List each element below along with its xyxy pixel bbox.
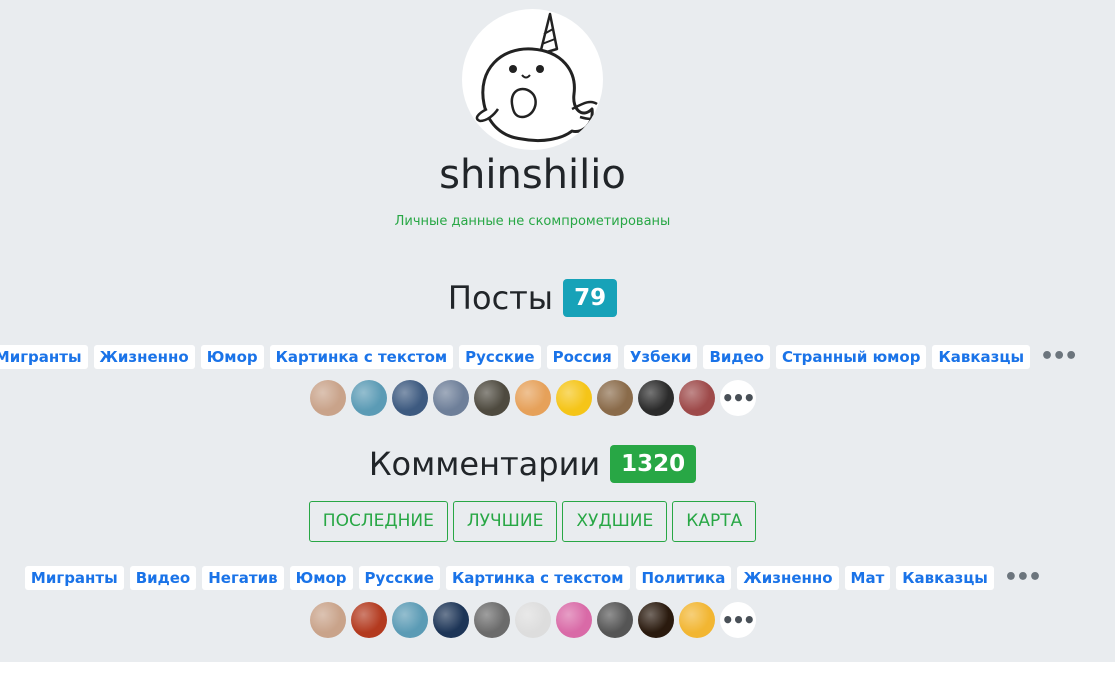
posts-tag[interactable]: Странный юмор	[775, 345, 927, 369]
posts-community-list: •••	[0, 380, 1065, 416]
comments-tag[interactable]: Жизненно	[737, 566, 839, 590]
posts-tag[interactable]: Картинка с текстом	[269, 345, 454, 369]
community-avatar[interactable]	[514, 380, 551, 416]
posts-count-badge[interactable]: 79	[563, 279, 618, 317]
posts-communities-more-icon[interactable]: •••	[719, 380, 756, 416]
comments-tag[interactable]: Негатив	[202, 566, 284, 590]
comments-tag[interactable]: Кавказцы	[896, 566, 994, 590]
narwhal-icon	[475, 12, 601, 143]
posts-tag[interactable]: Узбеки	[623, 345, 698, 369]
community-avatar[interactable]	[555, 602, 592, 638]
community-avatar[interactable]	[473, 602, 510, 638]
community-avatar[interactable]	[678, 380, 715, 416]
community-avatar[interactable]	[678, 602, 715, 638]
filter-map-button[interactable]: КАРТА	[672, 501, 757, 542]
filter-worst-button[interactable]: ХУДШИЕ	[562, 501, 668, 542]
posts-tag-list: Мигранты Жизненно Юмор Картинка с тексто…	[0, 345, 1078, 369]
comments-communities-more-icon[interactable]: •••	[719, 602, 756, 638]
community-avatar[interactable]	[473, 380, 510, 416]
community-avatar[interactable]	[309, 380, 346, 416]
profile-avatar	[462, 9, 603, 150]
posts-tag[interactable]: Видео	[703, 345, 770, 369]
username: shinshilio	[439, 152, 626, 198]
community-avatar[interactable]	[596, 380, 633, 416]
community-avatar[interactable]	[637, 380, 674, 416]
comments-tags-more-icon[interactable]: •••	[1004, 567, 1042, 589]
privacy-status: Личные данные не скомпрометированы	[394, 214, 671, 229]
comments-tag[interactable]: Русские	[358, 566, 440, 590]
posts-tag[interactable]: Мигранты	[0, 345, 88, 369]
community-avatar[interactable]	[350, 380, 387, 416]
filter-latest-button[interactable]: ПОСЛЕДНИЕ	[308, 501, 448, 542]
comments-tag[interactable]: Политика	[635, 566, 732, 590]
community-avatar[interactable]	[391, 602, 428, 638]
page-footer-strip	[0, 662, 1115, 679]
comments-count-badge[interactable]: 1320	[610, 445, 697, 483]
comments-tag[interactable]: Картинка с текстом	[445, 566, 630, 590]
profile-page: shinshilio Личные данные не скомпрометир…	[0, 0, 1115, 662]
community-avatar[interactable]	[432, 602, 469, 638]
community-avatar[interactable]	[391, 380, 428, 416]
community-avatar[interactable]	[596, 602, 633, 638]
community-avatar[interactable]	[432, 380, 469, 416]
posts-tag[interactable]: Россия	[546, 345, 618, 369]
posts-tag[interactable]: Русские	[459, 345, 541, 369]
comments-tag[interactable]: Видео	[129, 566, 197, 590]
comments-heading: Комментарии 1320	[0, 445, 1065, 483]
posts-tag[interactable]: Кавказцы	[932, 345, 1031, 369]
community-avatar[interactable]	[309, 602, 346, 638]
comments-tag-list: Мигранты Видео Негатив Юмор Русские Карт…	[0, 566, 1065, 590]
comments-title: Комментарии	[368, 445, 601, 483]
comments-tag[interactable]: Мигранты	[24, 566, 124, 590]
comments-community-list: •••	[0, 602, 1065, 638]
posts-heading: Посты 79	[0, 279, 1065, 317]
community-avatar[interactable]	[555, 380, 592, 416]
comments-filter-group: ПОСЛЕДНИЕ ЛУЧШИЕ ХУДШИЕ КАРТА	[0, 501, 1065, 542]
posts-tag[interactable]: Жизненно	[93, 345, 195, 369]
posts-title: Посты	[447, 279, 554, 317]
community-avatar[interactable]	[350, 602, 387, 638]
community-avatar[interactable]	[514, 602, 551, 638]
filter-best-button[interactable]: ЛУЧШИЕ	[452, 501, 558, 542]
posts-tag[interactable]: Юмор	[200, 345, 264, 369]
community-avatar[interactable]	[637, 602, 674, 638]
posts-tags-more-icon[interactable]: •••	[1040, 346, 1078, 368]
comments-tag[interactable]: Мат	[844, 566, 891, 590]
comments-tag[interactable]: Юмор	[289, 566, 353, 590]
